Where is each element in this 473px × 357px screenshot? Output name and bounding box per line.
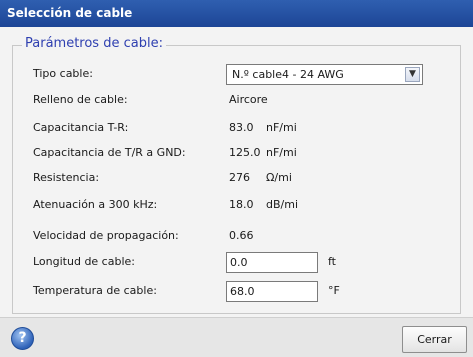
help-icon[interactable]: ?: [11, 327, 34, 350]
resistance-unit: Ω/mi: [266, 171, 292, 184]
cable-type-select[interactable]: N.º cable4 - 24 AWG ▼: [226, 64, 423, 85]
temperature-label: Temperatura de cable:: [33, 284, 157, 297]
row-velocity: Velocidad de propagación: 0.66: [33, 226, 443, 246]
row-temperature: Temperatura de cable: °F: [33, 281, 443, 302]
close-button[interactable]: Cerrar: [402, 326, 467, 353]
cap-tr-label: Capacitancia T-R:: [33, 121, 129, 134]
cap-gnd-label: Capacitancia de T/R a GND:: [33, 146, 186, 159]
velocity-label: Velocidad de propagación:: [33, 229, 179, 242]
length-label: Longitud de cable:: [33, 255, 135, 268]
fill-value: Aircore: [229, 93, 268, 106]
temperature-unit: °F: [328, 284, 340, 297]
cap-tr-unit: nF/mi: [266, 121, 297, 134]
attenuation-unit: dB/mi: [266, 198, 299, 211]
attenuation-value: 18.0: [229, 198, 254, 211]
cable-type-label: Tipo cable:: [33, 67, 93, 80]
row-attenuation: Atenuación a 300 kHz: 18.0 dB/mi: [33, 195, 443, 215]
temperature-input[interactable]: [226, 281, 318, 302]
chevron-down-icon[interactable]: ▼: [405, 67, 420, 82]
cap-gnd-unit: nF/mi: [266, 146, 297, 159]
attenuation-label: Atenuación a 300 kHz:: [33, 198, 158, 211]
dialog-content: Parámetros de cable: Tipo cable: N.º cab…: [0, 27, 473, 317]
resistance-label: Resistencia:: [33, 171, 100, 184]
cap-gnd-value: 125.0: [229, 146, 261, 159]
resistance-value: 276: [229, 171, 250, 184]
dialog-title: Selección de cable: [0, 0, 473, 27]
row-resistance: Resistencia: 276 Ω/mi: [33, 168, 443, 188]
dialog-footer: ? Cerrar: [0, 317, 473, 357]
group-legend: Parámetros de cable:: [22, 36, 166, 52]
row-fill: Relleno de cable: Aircore: [33, 90, 443, 110]
velocity-value: 0.66: [229, 229, 254, 242]
cap-tr-value: 83.0: [229, 121, 254, 134]
cable-parameters-group: Parámetros de cable: Tipo cable: N.º cab…: [12, 36, 461, 314]
length-unit: ft: [328, 255, 336, 268]
row-capacitance-gnd: Capacitancia de T/R a GND: 125.0 nF/mi: [33, 143, 443, 163]
cable-type-value: N.º cable4 - 24 AWG: [232, 68, 344, 81]
length-input[interactable]: [226, 252, 318, 273]
row-capacitance-tr: Capacitancia T-R: 83.0 nF/mi: [33, 118, 443, 138]
row-cable-type: Tipo cable: N.º cable4 - 24 AWG ▼: [33, 64, 443, 85]
fill-label: Relleno de cable:: [33, 93, 128, 106]
row-length: Longitud de cable: ft: [33, 252, 443, 273]
